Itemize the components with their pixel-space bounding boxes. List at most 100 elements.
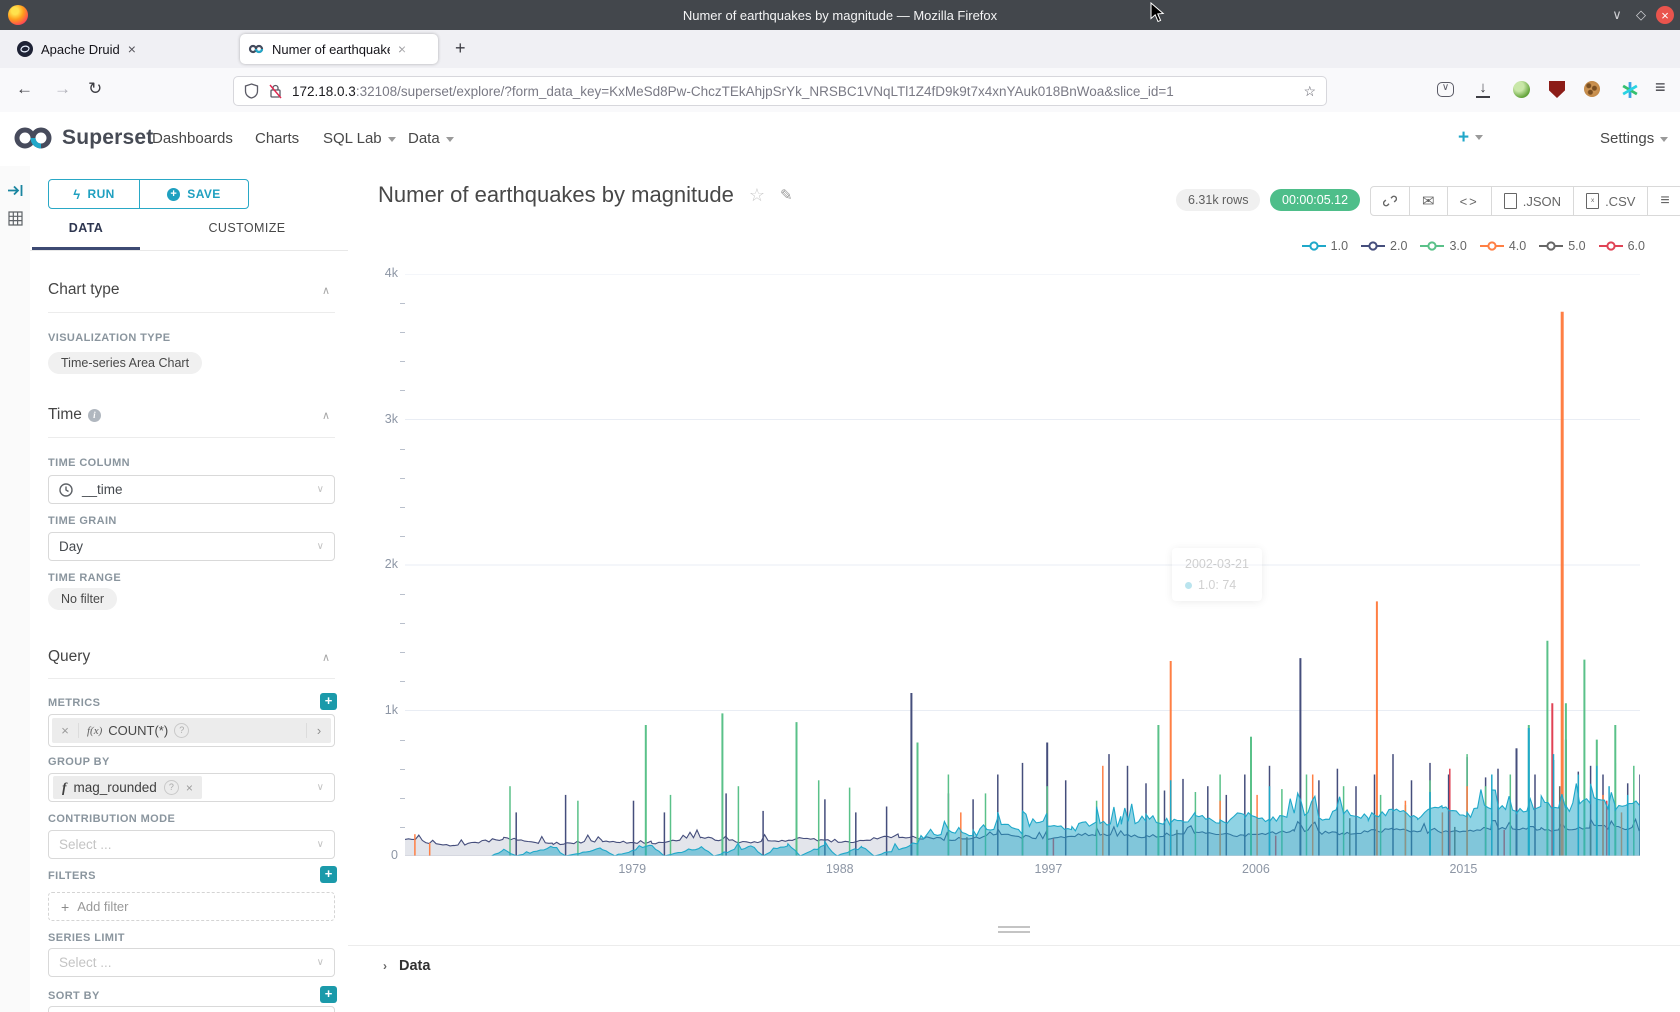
- chart-title: Numer of earthquakes by magnitude: [378, 182, 734, 208]
- add-filter-plus-button[interactable]: +: [320, 866, 337, 883]
- add-new-button[interactable]: +: [1458, 127, 1483, 149]
- lock-insecure-icon[interactable]: [268, 83, 283, 99]
- series-limit-select[interactable]: Select ... ∨: [48, 948, 335, 977]
- time-range-label: TIME RANGE: [48, 572, 121, 584]
- tab-apache-druid[interactable]: Apache Druid ×: [9, 34, 215, 64]
- row-count-badge: 6.31k rows: [1176, 189, 1260, 211]
- add-metric-button[interactable]: +: [320, 693, 337, 710]
- email-button[interactable]: ✉: [1409, 187, 1447, 215]
- contribution-mode-select[interactable]: Select ... ∨: [48, 830, 335, 859]
- time-grain-label: TIME GRAIN: [48, 515, 117, 527]
- tab-divider: [30, 250, 348, 251]
- nav-charts[interactable]: Charts: [255, 130, 299, 147]
- control-panel: ϟRUN +SAVE DATA CUSTOMIZE Chart type ∧ V…: [30, 166, 349, 1012]
- legend-item-3.0[interactable]: 3.0: [1420, 239, 1466, 253]
- new-tab-button[interactable]: +: [455, 38, 466, 59]
- metric-chip[interactable]: × f(x)COUNT(*)? ›: [52, 718, 331, 743]
- superset-favicon-icon: [248, 41, 264, 57]
- downloads-icon[interactable]: ↓: [1476, 79, 1490, 98]
- add-sort-by-button[interactable]: +: [320, 986, 337, 1003]
- legend-item-4.0[interactable]: 4.0: [1480, 239, 1526, 253]
- chart-title-row: Numer of earthquakes by magnitude ☆ ✎: [378, 182, 793, 208]
- time-column-select[interactable]: __time ∨: [48, 475, 335, 504]
- expand-metric-icon[interactable]: ›: [306, 723, 331, 738]
- nav-dashboards[interactable]: Dashboards: [152, 130, 233, 147]
- viz-type-value[interactable]: Time-series Area Chart: [48, 352, 202, 374]
- export-json-button[interactable]: .JSON: [1491, 187, 1573, 215]
- save-button[interactable]: +SAVE: [140, 180, 248, 208]
- greasemonkey-icon[interactable]: [1513, 81, 1530, 98]
- superset-brand[interactable]: Superset: [12, 125, 153, 151]
- legend-marker-icon: [1480, 241, 1504, 251]
- nav-sql-lab[interactable]: SQL Lab: [323, 130, 396, 147]
- collapse-chevron-icon[interactable]: ∧: [322, 409, 330, 422]
- edit-properties-icon[interactable]: ✎: [780, 186, 793, 204]
- data-panel-toggle[interactable]: › Data: [383, 958, 430, 974]
- group-by-select[interactable]: fmag_rounded?× ∨: [48, 773, 335, 802]
- run-button[interactable]: ϟRUN: [49, 180, 140, 208]
- dataset-grid-icon[interactable]: [7, 210, 24, 227]
- ublock-icon[interactable]: [1549, 81, 1565, 98]
- copy-link-button[interactable]: [1371, 187, 1409, 215]
- window-minimize-button[interactable]: ∨: [1606, 4, 1628, 26]
- remove-chip-icon[interactable]: ×: [186, 781, 193, 795]
- collapse-chevron-icon[interactable]: ∧: [322, 284, 330, 297]
- legend-item-6.0[interactable]: 6.0: [1599, 239, 1645, 253]
- y-tick-label: 0: [348, 848, 398, 862]
- series-dot: [1185, 582, 1192, 589]
- remove-metric-icon[interactable]: ×: [52, 723, 79, 738]
- pocket-icon[interactable]: ∨: [1437, 82, 1454, 97]
- shield-icon[interactable]: [244, 83, 259, 99]
- settings-menu[interactable]: Settings: [1600, 130, 1668, 147]
- expand-panel-icon[interactable]: [7, 182, 24, 199]
- section-time[interactable]: Timei: [48, 406, 101, 424]
- favorite-star-icon[interactable]: ☆: [749, 185, 765, 206]
- metrics-label: METRICS: [48, 697, 100, 709]
- forward-icon[interactable]: →: [54, 79, 71, 99]
- envelope-icon: ✉: [1422, 192, 1435, 210]
- y-tick-label: 3k: [348, 412, 398, 426]
- back-icon[interactable]: ←: [16, 79, 33, 99]
- y-tick-label: 1k: [348, 703, 398, 717]
- group-by-chip[interactable]: fmag_rounded?×: [53, 776, 202, 799]
- embed-code-button[interactable]: <>: [1447, 187, 1491, 215]
- legend-item-5.0[interactable]: 5.0: [1539, 239, 1585, 253]
- screen: Numer of earthquakes by magnitude — Mozi…: [0, 0, 1680, 1012]
- tooltip-value: 1.0: 74: [1198, 578, 1236, 592]
- legend-item-1.0[interactable]: 1.0: [1302, 239, 1348, 253]
- browser-tabbar: Apache Druid × Numer of earthquakes by m…: [0, 30, 1680, 68]
- sort-by-select[interactable]: [48, 1006, 335, 1012]
- tab-close-icon[interactable]: ×: [128, 41, 136, 57]
- legend-marker-icon: [1302, 241, 1326, 251]
- bookmark-star-icon[interactable]: ☆: [1303, 83, 1316, 100]
- druid-favicon-icon: [17, 41, 33, 57]
- legend-marker-icon: [1599, 241, 1623, 251]
- y-tick-label: 2k: [348, 557, 398, 571]
- reload-icon[interactable]: ↻: [88, 79, 102, 99]
- add-filter-box[interactable]: +Add filter: [48, 892, 335, 921]
- timeseries-plot: [405, 274, 1640, 856]
- url-bar[interactable]: 172.18.0.3:32108/superset/explore/?form_…: [233, 76, 1327, 106]
- section-query[interactable]: Query: [48, 648, 90, 666]
- export-csv-button[interactable]: x.CSV: [1573, 187, 1647, 215]
- tab-superset-chart[interactable]: Numer of earthquakes by magnitude ×: [240, 34, 438, 64]
- tab-customize[interactable]: CUSTOMIZE: [180, 221, 314, 235]
- hamburger-menu-icon[interactable]: ≡: [1655, 77, 1666, 98]
- tab-data[interactable]: DATA: [32, 221, 140, 235]
- superset-header: Superset Dashboards Charts SQL Lab Data …: [0, 112, 1680, 167]
- asterisk-extension-icon[interactable]: [1621, 81, 1639, 99]
- time-range-value[interactable]: No filter: [48, 588, 117, 610]
- panel-resize-handle[interactable]: [998, 926, 1030, 934]
- time-grain-select[interactable]: Day ∨: [48, 532, 335, 561]
- chart-menu-button[interactable]: ≡: [1647, 187, 1680, 215]
- window-maximize-button[interactable]: ◇: [1630, 4, 1652, 26]
- cookie-extension-icon[interactable]: [1584, 81, 1600, 97]
- divider: [48, 678, 335, 679]
- collapse-chevron-icon[interactable]: ∧: [322, 651, 330, 664]
- window-close-button[interactable]: ×: [1656, 6, 1674, 24]
- section-chart-type[interactable]: Chart type: [48, 281, 120, 299]
- chevron-down-icon: [388, 137, 396, 142]
- nav-data[interactable]: Data: [408, 130, 454, 147]
- x-tick-label: 2006: [1242, 862, 1270, 876]
- legend-item-2.0[interactable]: 2.0: [1361, 239, 1407, 253]
